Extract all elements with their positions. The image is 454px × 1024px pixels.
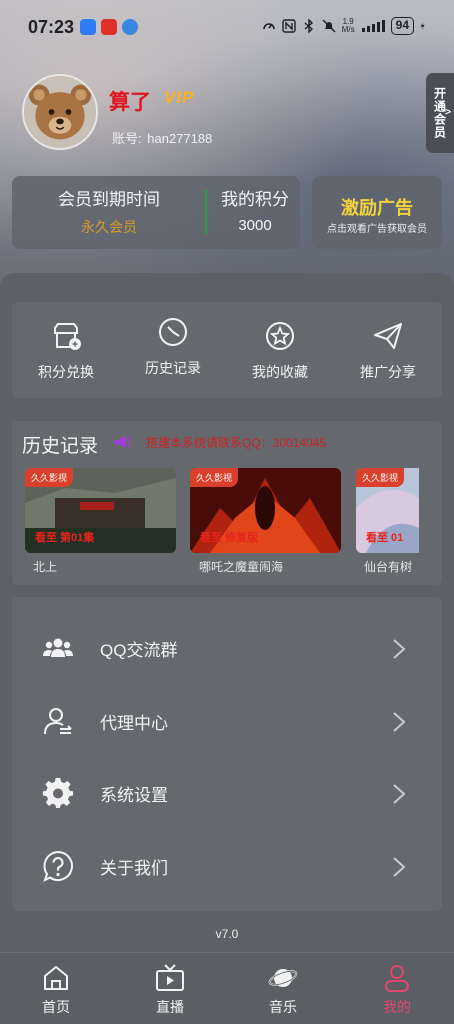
quick-action-label: 积分兑换	[38, 364, 94, 380]
nav-label: 音乐	[269, 999, 297, 1015]
nav-label: 首页	[42, 999, 70, 1015]
share-button[interactable]: 推广分享	[338, 302, 438, 398]
menu-item-label: 系统设置	[100, 786, 168, 805]
menu-item-agent-center[interactable]: 代理中心	[12, 683, 442, 755]
group-icon	[43, 638, 73, 657]
tv-icon	[156, 964, 184, 991]
quick-action-label: 历史记录	[145, 360, 201, 376]
account-info: 账号: han277188	[110, 128, 212, 147]
star-icon	[266, 322, 294, 350]
question-icon	[43, 850, 73, 882]
nav-tab-live[interactable]: 直播	[120, 953, 220, 1024]
nav-label: 我的	[383, 999, 411, 1015]
open-vip-button[interactable]: 开通会员 >	[426, 73, 454, 153]
chevron-right-icon	[393, 857, 406, 877]
chevron-right-icon: >	[445, 107, 452, 118]
ad-title: 激励广告	[341, 198, 413, 218]
network-speed-unit: M/s	[341, 25, 355, 34]
source-tag: 久久影视	[190, 468, 239, 487]
membership-card: 会员到期时间 永久会员 我的积分 3000	[12, 176, 300, 249]
history-item[interactable]: 久久影视 看至 第01集	[25, 468, 176, 553]
chevron-right-icon	[393, 639, 406, 659]
gear-icon	[42, 777, 74, 809]
contact-notice: 搭建本系统请联系QQ：30014045	[146, 436, 327, 450]
history-item-title: 仙台有树	[364, 560, 413, 574]
history-title: 历史记录	[22, 436, 99, 457]
reward-ad-button[interactable]: 激励广告 点击观看广告获取会员	[312, 176, 442, 249]
teddy-bear-avatar-icon	[24, 76, 96, 148]
planet-icon	[268, 969, 298, 987]
quick-action-label: 推广分享	[360, 364, 416, 380]
divider	[205, 190, 207, 234]
menu-item-system-settings[interactable]: 系统设置	[12, 755, 442, 827]
share-icon	[374, 323, 402, 349]
watch-progress: 看至 修复版	[200, 532, 259, 544]
account-label: 账号:	[112, 131, 142, 146]
watch-progress: 看至 第01集	[35, 532, 95, 544]
menu-item-label: 关于我们	[100, 859, 168, 878]
app-version: v7.0	[215, 927, 239, 941]
quick-actions-card: 积分兑换 历史记录 我的收藏 推广分享	[12, 302, 442, 398]
megaphone-icon	[114, 436, 132, 448]
menu-item-qq-group[interactable]: QQ交流群	[12, 610, 442, 682]
battery-indicator: 94	[390, 17, 414, 35]
points-exchange-button[interactable]: 积分兑换	[16, 302, 116, 398]
history-item[interactable]: 久久影视 看至 01	[356, 468, 419, 553]
account-id: han277188	[147, 131, 213, 146]
menu-item-label: QQ交流群	[100, 641, 178, 660]
signal-icon	[361, 20, 385, 32]
charging-icon	[420, 22, 425, 30]
history-item-title: 北上	[33, 560, 58, 574]
source-tag: 久久影视	[25, 468, 74, 487]
expire-label: 会员到期时间	[58, 190, 160, 209]
notification-app-icon	[101, 19, 117, 35]
agent-icon	[44, 708, 72, 735]
favorites-button[interactable]: 我的收藏	[230, 302, 330, 398]
mute-bell-icon	[322, 19, 336, 33]
avatar[interactable]	[22, 74, 98, 150]
nav-tab-music[interactable]: 音乐	[233, 953, 333, 1024]
user-icon	[385, 965, 409, 992]
expire-section: 会员到期时间 永久会员	[12, 176, 206, 249]
nfc-icon	[282, 19, 296, 33]
chevron-right-icon	[393, 784, 406, 804]
status-time: 07:23	[28, 17, 75, 37]
exchange-icon	[54, 323, 81, 350]
bluetooth-icon	[304, 19, 313, 33]
chevron-right-icon	[393, 712, 406, 732]
history-item-title: 哪吒之魔童闹海	[199, 560, 284, 574]
notification-app-icon	[122, 19, 138, 35]
home-icon	[44, 966, 68, 990]
vip-badge: VIP	[164, 88, 195, 107]
nav-label: 直播	[156, 999, 184, 1015]
source-tag: 久久影视	[356, 468, 405, 487]
speedometer-icon	[262, 23, 275, 30]
clock-icon	[159, 318, 187, 346]
nav-tab-mine[interactable]: 我的	[347, 953, 447, 1024]
points-label: 我的积分	[221, 190, 289, 209]
watch-progress: 看至 01	[366, 532, 404, 544]
status-bar: 07:23 1.9 M/s 94	[0, 0, 454, 56]
menu-item-about-us[interactable]: 关于我们	[12, 828, 442, 900]
history-item[interactable]: 久久影视 看至 修复版	[190, 468, 341, 553]
points-section[interactable]: 我的积分 3000	[210, 176, 300, 249]
menu-item-label: 代理中心	[100, 714, 168, 733]
history-button[interactable]: 历史记录	[123, 302, 223, 398]
nav-tab-home[interactable]: 首页	[6, 953, 106, 1024]
quick-action-label: 我的收藏	[252, 364, 308, 380]
expire-value: 永久会员	[81, 219, 137, 235]
status-indicators: 1.9 M/s 94	[262, 17, 428, 35]
points-value: 3000	[238, 217, 272, 234]
bottom-navigation: 首页 直播 音乐 我的	[0, 952, 454, 1024]
notification-app-icon	[80, 19, 96, 35]
username: 算了	[109, 91, 151, 114]
network-speed: 1.9 M/s	[342, 18, 355, 34]
ad-subtitle: 点击观看广告获取会员	[327, 224, 427, 235]
